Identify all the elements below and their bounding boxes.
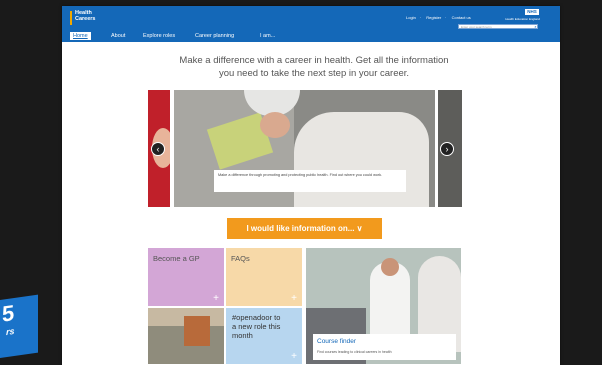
tile-become-a-gp[interactable]: Become a GP + (148, 248, 224, 306)
information-dropdown-button[interactable]: I would like information on... ∨ (227, 218, 382, 239)
logo-text: Health Careers (75, 10, 96, 22)
main-nav: Home About Explore roles Career planning… (62, 30, 560, 42)
register-link[interactable]: Register (426, 15, 441, 20)
tile-photo[interactable] (148, 308, 224, 364)
openadoor-line-2: a new role this (232, 322, 281, 331)
browser-page: Health Careers Login · Register · Contact … (62, 6, 560, 365)
carousel-prev-icon[interactable]: ‹ (151, 142, 165, 156)
site-header: Health Careers Login · Register · Contact … (62, 6, 560, 30)
course-finder-subtitle: Find courses leading to clinical careers… (317, 350, 392, 354)
carousel-slide-current[interactable]: Make a difference through promoting and … (174, 90, 435, 207)
nav-career-planning[interactable]: Career planning (195, 32, 234, 40)
tile-openadoor-label: #openadoor to a new role this month (232, 313, 280, 340)
course-photo-head (381, 258, 399, 276)
logo-bar (70, 11, 72, 25)
tile-course-finder[interactable]: Course finder Find courses leading to cl… (306, 248, 461, 364)
page-headline: Make a difference with a career in healt… (132, 54, 496, 80)
contact-link[interactable]: Contact us (452, 15, 471, 20)
plus-icon: + (213, 293, 219, 304)
tile-openadoor[interactable]: #openadoor to a new role this month + (226, 308, 302, 364)
corner-badge: 5 rs (0, 294, 38, 358)
nav-about[interactable]: About (111, 32, 125, 40)
plus-icon: + (291, 293, 297, 304)
tile-gp-label: Become a GP (153, 254, 200, 263)
tile-faqs[interactable]: FAQs + (226, 248, 302, 306)
search-icon[interactable]: ⌕ (532, 24, 539, 29)
search-input[interactable]: Enter your search term (458, 24, 538, 29)
org-name: Health Education England (505, 17, 540, 21)
course-finder-caption: Course finder Find courses leading to cl… (313, 334, 456, 360)
headline-line-1: Make a difference with a career in healt… (179, 55, 449, 66)
site-logo[interactable]: Health Careers (70, 10, 110, 27)
nav-home[interactable]: Home (70, 32, 91, 40)
nav-explore-roles[interactable]: Explore roles (143, 32, 175, 40)
login-link[interactable]: Login (406, 15, 416, 20)
logo-line-2: Careers (75, 16, 96, 22)
plus-icon: + (291, 351, 297, 362)
openadoor-line-1: #openadoor to (232, 313, 281, 322)
badge-text: rs (6, 325, 15, 338)
tile-faq-label: FAQs (231, 254, 250, 263)
carousel-next-icon[interactable]: › (440, 142, 454, 156)
course-finder-title: Course finder (317, 338, 357, 345)
nhs-logo: NHS (525, 9, 539, 15)
nav-i-am[interactable]: I am... (260, 32, 275, 40)
slide-person (294, 112, 429, 207)
openadoor-line-3: month (232, 331, 253, 340)
carousel-caption[interactable]: Make a difference through promoting and … (214, 170, 406, 192)
photo-door (184, 316, 210, 346)
headline-line-2: you need to take the next step in your c… (218, 68, 410, 79)
badge-number: 5 (2, 299, 15, 327)
top-links: Login · Register · Contact us (406, 15, 471, 20)
hero-carousel: Make a difference through promoting and … (148, 90, 462, 207)
slide-person-face (260, 112, 290, 138)
